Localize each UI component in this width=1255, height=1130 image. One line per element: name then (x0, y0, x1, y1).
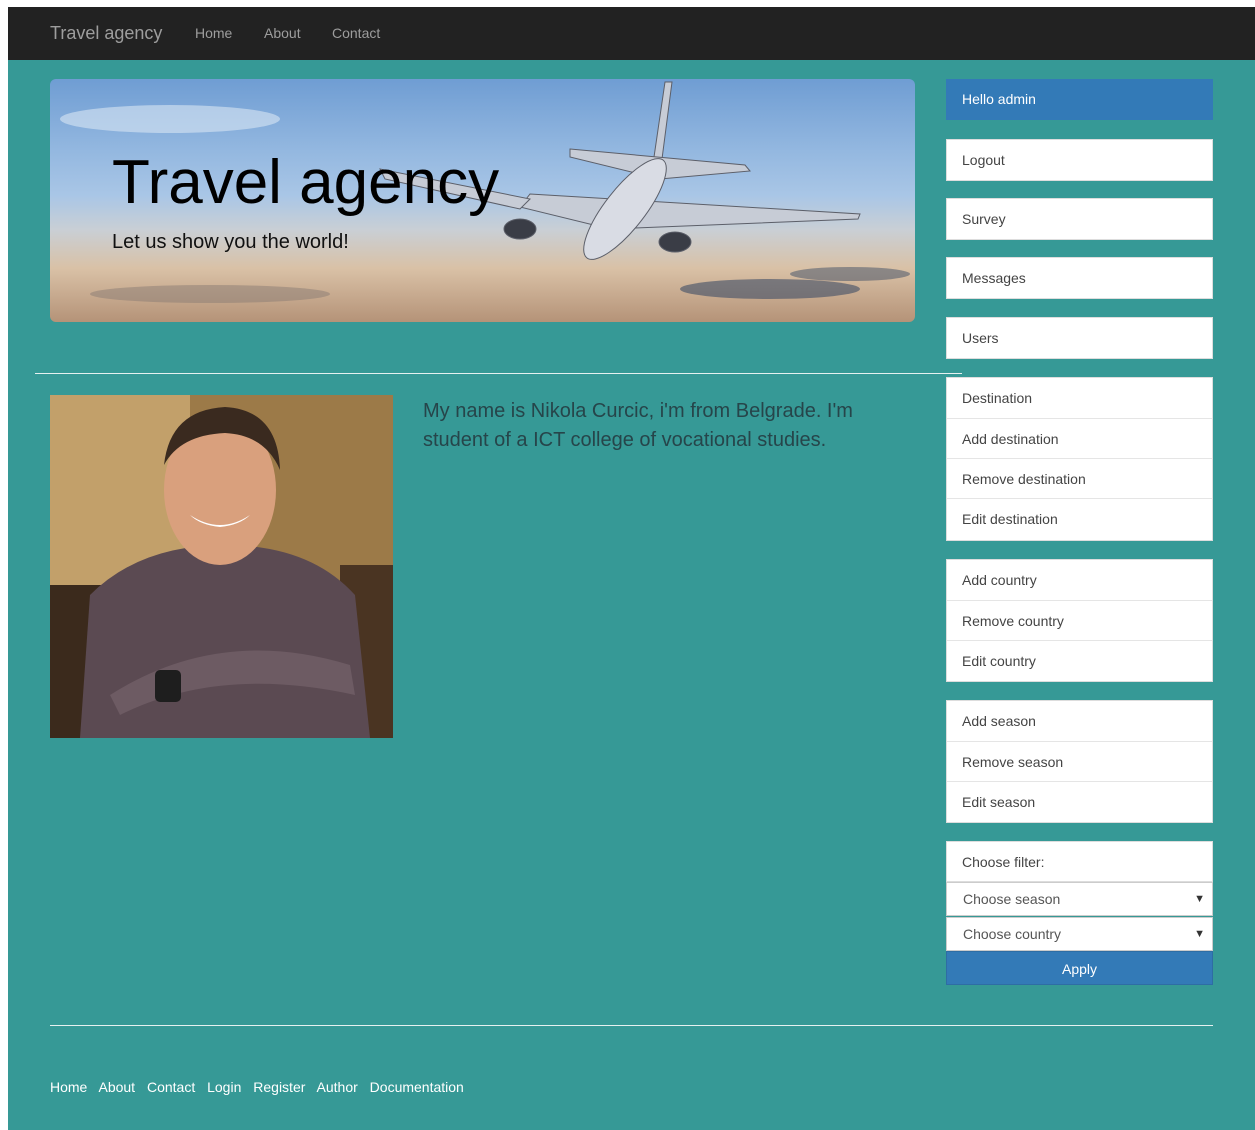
footer-link-author[interactable]: Author (317, 1079, 358, 1095)
country-select-value: Choose country (963, 926, 1062, 942)
users-link[interactable]: Users (947, 318, 1212, 358)
hero-banner: Travel agency Let us show you the world! (50, 79, 915, 322)
author-bio: My name is Nikola Curcic, i'm from Belgr… (423, 400, 853, 451)
page: Travel agency Home About Contact Travel … (8, 7, 1255, 1130)
author-photo (50, 395, 393, 738)
nav-link-contact[interactable]: Contact (332, 25, 380, 41)
footer-link-register[interactable]: Register (253, 1079, 305, 1095)
footer-link-documentation[interactable]: Documentation (370, 1079, 464, 1095)
season-select-value: Choose season (963, 891, 1061, 907)
season-select[interactable]: Choose season ▼ (946, 882, 1213, 916)
edit-season-link[interactable]: Edit season (947, 781, 1212, 821)
survey-link[interactable]: Survey (947, 199, 1212, 239)
footer-link-login[interactable]: Login (207, 1079, 241, 1095)
filter-label: Choose filter: (946, 841, 1213, 882)
remove-destination-link[interactable]: Remove destination (947, 458, 1212, 498)
footer-divider (50, 1025, 1213, 1026)
footer-link-home[interactable]: Home (50, 1079, 87, 1095)
footer-links: Home About Contact Login Register Author… (50, 1079, 472, 1095)
logout-panel: Logout (946, 139, 1213, 181)
edit-country-link[interactable]: Edit country (947, 640, 1212, 680)
edit-destination-link[interactable]: Edit destination (947, 498, 1212, 538)
footer-link-contact[interactable]: Contact (147, 1079, 195, 1095)
season-panel: Add season Remove season Edit season (946, 700, 1213, 823)
country-panel: Add country Remove country Edit country (946, 559, 1213, 682)
add-destination-link[interactable]: Add destination (947, 418, 1212, 458)
logout-link[interactable]: Logout (947, 140, 1212, 180)
apply-button[interactable]: Apply (946, 951, 1213, 985)
survey-panel: Survey (946, 198, 1213, 240)
users-panel: Users (946, 317, 1213, 359)
destination-link[interactable]: Destination (947, 378, 1212, 418)
remove-season-link[interactable]: Remove season (947, 741, 1212, 781)
footer-link-about[interactable]: About (98, 1079, 135, 1095)
navbar-brand[interactable]: Travel agency (50, 23, 162, 44)
messages-panel: Messages (946, 257, 1213, 299)
add-country-link[interactable]: Add country (947, 560, 1212, 600)
add-season-link[interactable]: Add season (947, 701, 1212, 741)
divider (35, 373, 962, 374)
top-navbar: Travel agency Home About Contact (8, 7, 1255, 60)
country-select[interactable]: Choose country ▼ (946, 917, 1213, 951)
hero-subtitle: Let us show you the world! (112, 231, 349, 253)
hero-title: Travel agency (112, 148, 500, 217)
greeting-header: Hello admin (946, 79, 1213, 120)
nav-link-about[interactable]: About (264, 25, 301, 41)
nav-link-home[interactable]: Home (195, 25, 232, 41)
destination-panel: Destination Add destination Remove desti… (946, 377, 1213, 541)
messages-link[interactable]: Messages (947, 258, 1212, 298)
dropdown-arrow-icon: ▼ (1194, 928, 1205, 940)
dropdown-arrow-icon: ▼ (1194, 893, 1205, 905)
remove-country-link[interactable]: Remove country (947, 600, 1212, 640)
